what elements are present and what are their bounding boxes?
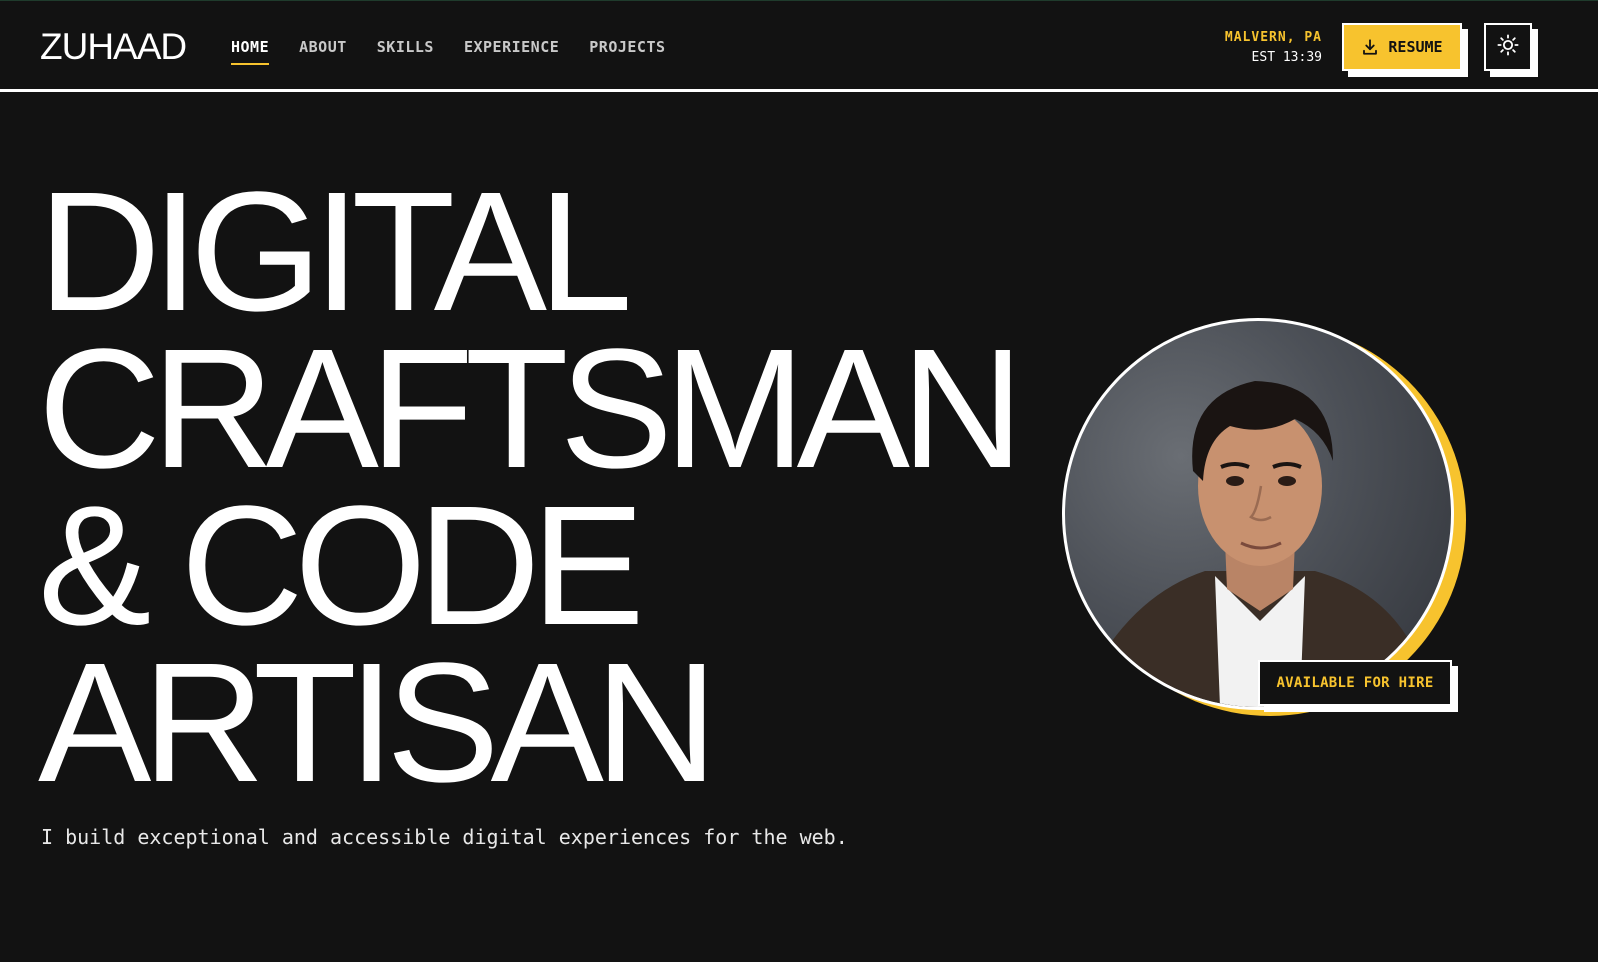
resume-label: RESUME [1388, 38, 1443, 56]
profile-photo [1062, 318, 1454, 710]
local-time: EST 13:39 [1251, 50, 1322, 65]
download-icon [1361, 38, 1379, 56]
hero-title-line: & CODE [38, 471, 645, 661]
main-nav: HOME ABOUT SKILLS EXPERIENCE PROJECTS [231, 37, 696, 65]
nav-about[interactable]: ABOUT [299, 37, 347, 65]
page: ZUHAAD HOME ABOUT SKILLS EXPERIENCE PROJ… [0, 0, 1598, 962]
hero-title-line: CRAFTSMAN [38, 314, 1024, 504]
location-city: MALVERN, PA [1224, 30, 1322, 45]
available-for-hire-badge: AVAILABLE FOR HIRE [1258, 660, 1452, 706]
theme-toggle-button[interactable] [1484, 23, 1532, 71]
nav-projects[interactable]: PROJECTS [589, 37, 665, 65]
profile-portrait [1062, 318, 1466, 716]
hero-title-line: ARTISAN [38, 628, 718, 818]
hero-tagline: I build exceptional and accessible digit… [41, 825, 848, 849]
nav-home[interactable]: HOME [231, 37, 270, 65]
nav-experience[interactable]: EXPERIENCE [464, 37, 559, 65]
sun-icon [1497, 33, 1519, 61]
location-clock: MALVERN, PA EST 13:39 [1225, 28, 1322, 68]
resume-button[interactable]: RESUME [1342, 23, 1462, 71]
hero-title: DIGITAL CRAFTSMAN & CODE ARTISAN [38, 157, 1024, 818]
hero-title-line: DIGITAL [38, 157, 633, 347]
nav-skills[interactable]: SKILLS [377, 37, 434, 65]
site-header: ZUHAAD HOME ABOUT SKILLS EXPERIENCE PROJ… [0, 0, 1598, 92]
site-logo[interactable]: ZUHAAD [40, 27, 187, 67]
